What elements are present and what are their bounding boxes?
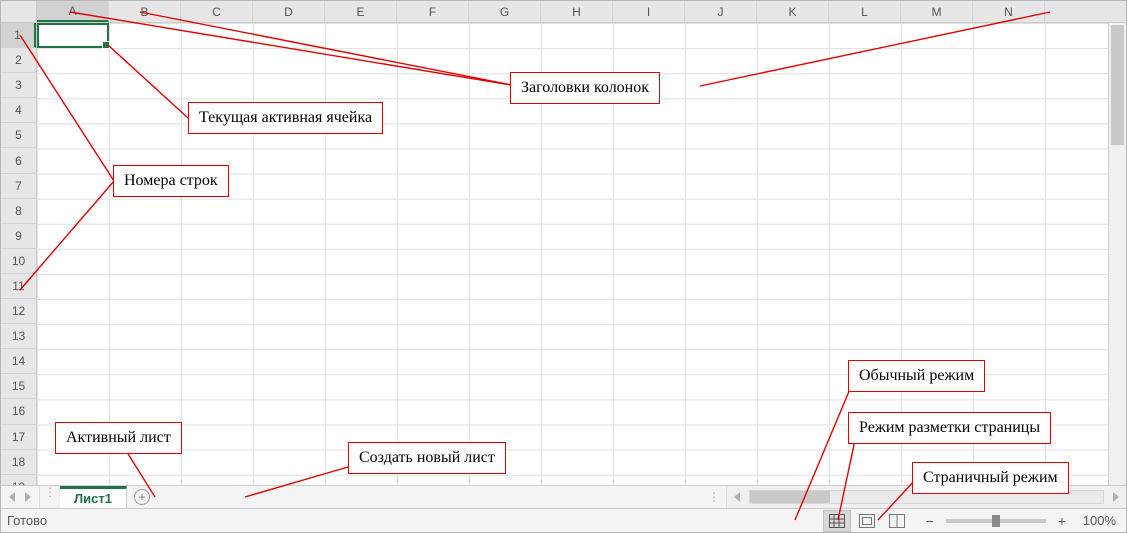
sheet-tab-active[interactable]: Лист1 xyxy=(60,486,127,508)
hscroll-thumb[interactable] xyxy=(750,491,830,503)
sheet-nav-prev-icon[interactable] xyxy=(9,492,15,502)
row-header-19[interactable]: 19 xyxy=(1,475,36,485)
column-header-L[interactable]: L xyxy=(829,1,901,22)
column-header-K[interactable]: K xyxy=(757,1,829,22)
column-header-G[interactable]: G xyxy=(469,1,541,22)
row-header-10[interactable]: 10 xyxy=(1,249,36,274)
row-header-4[interactable]: 4 xyxy=(1,98,36,123)
column-header-C[interactable]: C xyxy=(181,1,253,22)
row-header-7[interactable]: 7 xyxy=(1,174,36,199)
horizontal-scrollbar[interactable] xyxy=(726,486,1126,508)
hscroll-left-icon[interactable] xyxy=(729,489,745,505)
row-header-8[interactable]: 8 xyxy=(1,199,36,224)
page-layout-icon xyxy=(859,514,875,528)
column-header-B[interactable]: B xyxy=(109,1,181,22)
plus-circle-icon: + xyxy=(134,489,150,505)
hscroll-right-icon[interactable] xyxy=(1108,489,1124,505)
new-sheet-button[interactable]: + xyxy=(127,486,157,508)
column-header-E[interactable]: E xyxy=(325,1,397,22)
row-header-16[interactable]: 16 xyxy=(1,399,36,424)
status-bar: Готово − + xyxy=(1,509,1126,532)
sheet-nav-next-icon[interactable] xyxy=(25,492,31,502)
zoom-in-button[interactable]: + xyxy=(1054,513,1070,529)
column-header-A[interactable]: A xyxy=(37,1,109,22)
row-header-17[interactable]: 17 xyxy=(1,425,36,450)
sheet-nav-separator: ⋮ xyxy=(40,486,60,508)
view-normal-button[interactable] xyxy=(823,510,851,532)
cell-area[interactable] xyxy=(37,23,1126,485)
zoom-slider[interactable] xyxy=(946,519,1046,523)
page-break-icon xyxy=(889,514,905,528)
zoom-out-button[interactable]: − xyxy=(922,513,938,529)
status-ready-label: Готово xyxy=(7,513,47,528)
sheet-tab-strip: ⋮ Лист1 + ⋮ xyxy=(1,485,1126,509)
vertical-scrollbar[interactable] xyxy=(1108,23,1126,485)
zoom-percent-label[interactable]: 100% xyxy=(1070,513,1120,528)
row-header-12[interactable]: 12 xyxy=(1,299,36,324)
row-header-2[interactable]: 2 xyxy=(1,48,36,73)
row-header-6[interactable]: 6 xyxy=(1,148,36,173)
row-header-11[interactable]: 11 xyxy=(1,274,36,299)
row-header-5[interactable]: 5 xyxy=(1,123,36,148)
column-header-N[interactable]: N xyxy=(973,1,1045,22)
column-header-D[interactable]: D xyxy=(253,1,325,22)
strip-splitter[interactable]: ⋮ xyxy=(702,486,726,508)
spreadsheet-window: A B C D E F G H I J K L M N 1 2 3 4 5 6 … xyxy=(0,0,1127,533)
view-page-layout-button[interactable] xyxy=(853,510,881,532)
column-header-I[interactable]: I xyxy=(613,1,685,22)
column-header-F[interactable]: F xyxy=(397,1,469,22)
row-header-18[interactable]: 18 xyxy=(1,450,36,475)
hscroll-track[interactable] xyxy=(749,490,1104,504)
view-page-break-button[interactable] xyxy=(883,510,911,532)
column-header-H[interactable]: H xyxy=(541,1,613,22)
row-header-13[interactable]: 13 xyxy=(1,324,36,349)
row-headers-column: 1 2 3 4 5 6 7 8 9 10 11 12 13 14 15 16 1… xyxy=(1,23,37,485)
row-header-14[interactable]: 14 xyxy=(1,349,36,374)
column-header-M[interactable]: M xyxy=(901,1,973,22)
row-header-1[interactable]: 1 xyxy=(1,23,36,48)
zoom-slider-thumb[interactable] xyxy=(992,515,1000,527)
column-header-J[interactable]: J xyxy=(685,1,757,22)
grid-body: 1 2 3 4 5 6 7 8 9 10 11 12 13 14 15 16 1… xyxy=(1,23,1126,485)
vscroll-thumb[interactable] xyxy=(1111,25,1124,145)
sheet-tab-label: Лист1 xyxy=(74,491,112,506)
sheet-nav-arrows xyxy=(1,486,40,508)
row-header-9[interactable]: 9 xyxy=(1,224,36,249)
row-header-3[interactable]: 3 xyxy=(1,73,36,98)
select-all-corner[interactable] xyxy=(1,1,37,22)
grid-icon xyxy=(829,514,845,528)
cell-gridlines xyxy=(37,23,1126,485)
row-header-15[interactable]: 15 xyxy=(1,374,36,399)
column-headers-row: A B C D E F G H I J K L M N xyxy=(1,1,1126,23)
